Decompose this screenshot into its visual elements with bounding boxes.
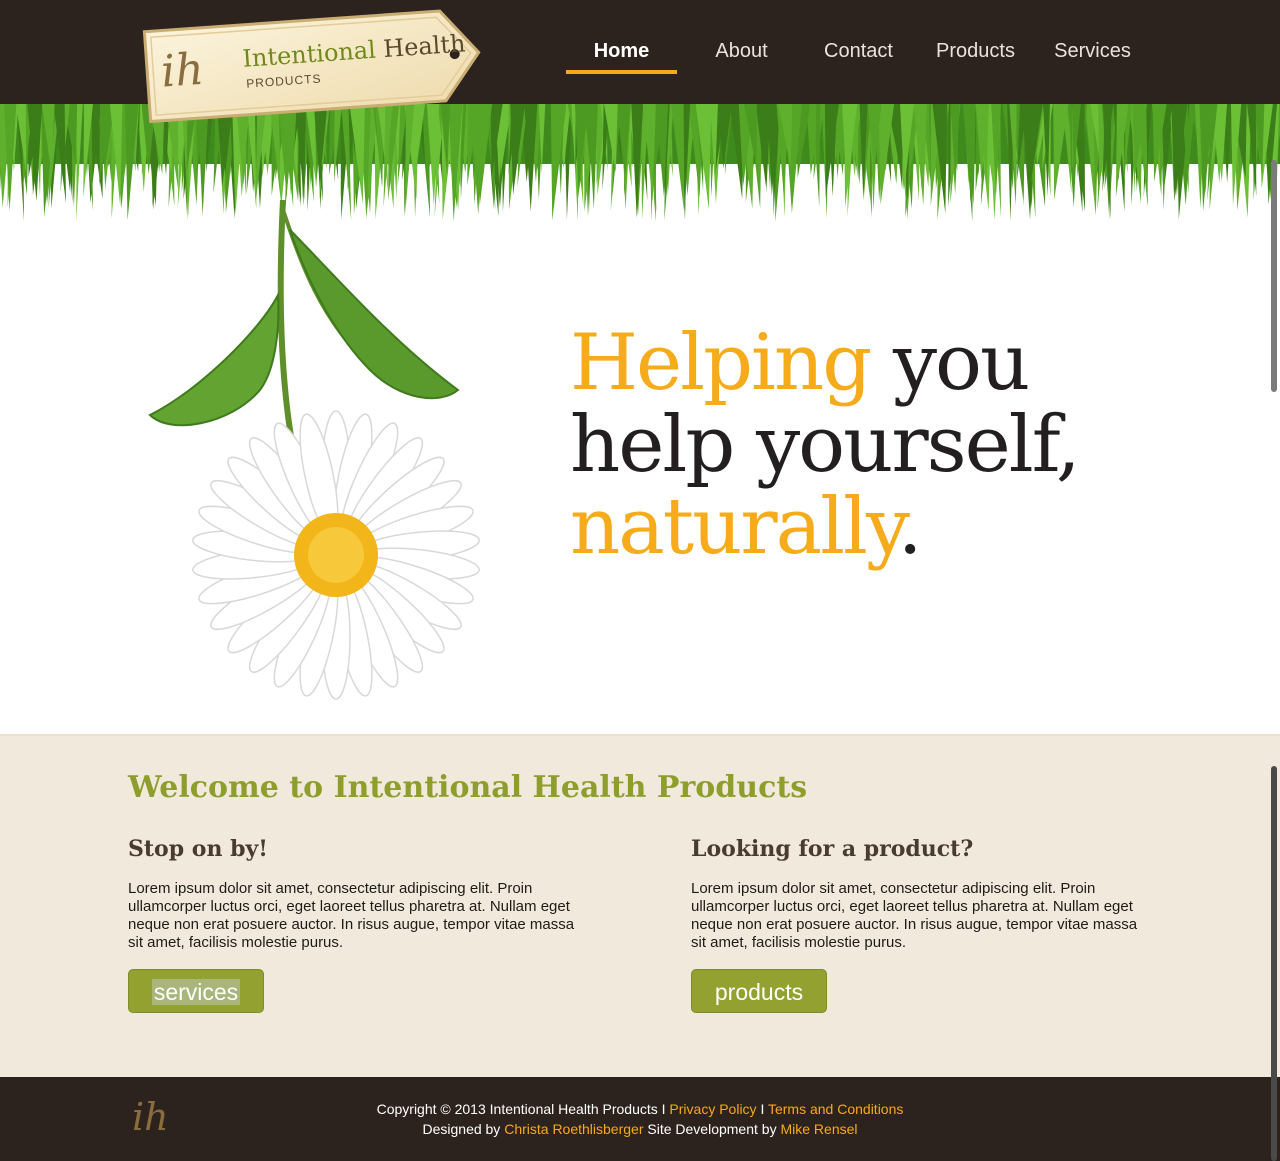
daisy-image — [148, 200, 480, 700]
nav-home[interactable]: Home — [566, 34, 677, 74]
logo-mark: ih — [159, 43, 206, 98]
stop-by-column: Stop on by! Lorem ipsum dolor sit amet, … — [128, 836, 588, 1013]
welcome-title: Welcome to Intentional Health Products — [128, 770, 808, 805]
product-column: Looking for a product? Lorem ipsum dolor… — [691, 836, 1151, 1013]
developer-link[interactable]: Mike Rensel — [780, 1121, 857, 1137]
nav-about[interactable]: About — [683, 34, 800, 74]
site-dev-label: Site Development by — [643, 1121, 781, 1137]
nav-contact[interactable]: Contact — [800, 34, 917, 74]
main-nav: Home About Contact Products Services — [566, 34, 1151, 74]
products-button[interactable]: products — [691, 969, 827, 1013]
logo-name-secondary: Health — [382, 29, 467, 64]
privacy-policy-link[interactable]: Privacy Policy — [669, 1101, 756, 1117]
designer-link[interactable]: Christa Roethlisberger — [504, 1121, 643, 1137]
stop-by-heading: Stop on by! — [128, 836, 268, 862]
tagline-helping: Helping — [570, 318, 872, 408]
footer-separator: I — [657, 1101, 670, 1117]
welcome-section: Welcome to Intentional Health Products S… — [0, 734, 1280, 1077]
scrollbar-thumb-upper[interactable] — [1271, 160, 1277, 392]
tagline-period: . — [897, 482, 923, 572]
site-footer: ih Copyright © 2013 Intentional Health P… — [0, 1077, 1280, 1161]
hero-tagline: Helping you help yourself, naturally. — [570, 322, 1081, 568]
nav-services[interactable]: Services — [1034, 34, 1151, 74]
terms-link[interactable]: Terms and Conditions — [768, 1101, 903, 1117]
services-button[interactable]: services — [128, 969, 264, 1013]
scrollbar-thumb-lower[interactable] — [1271, 766, 1277, 1161]
footer-text: Copyright © 2013 Intentional Health Prod… — [0, 1099, 1280, 1139]
product-text: Lorem ipsum dolor sit amet, consectetur … — [691, 880, 1138, 951]
footer-separator: I — [756, 1101, 768, 1117]
designed-by-label: Designed by — [422, 1121, 505, 1137]
copyright-text: Copyright © 2013 Intentional Health Prod… — [376, 1101, 658, 1117]
tagline-naturally: naturally — [570, 482, 900, 572]
tagline-help-yourself: help yourself, — [570, 400, 1081, 490]
product-heading: Looking for a product? — [691, 836, 974, 862]
nav-products[interactable]: Products — [917, 34, 1034, 74]
stop-by-text: Lorem ipsum dolor sit amet, consectetur … — [128, 880, 575, 951]
services-button-label: services — [151, 979, 241, 1005]
tagline-you: you — [870, 318, 1030, 408]
